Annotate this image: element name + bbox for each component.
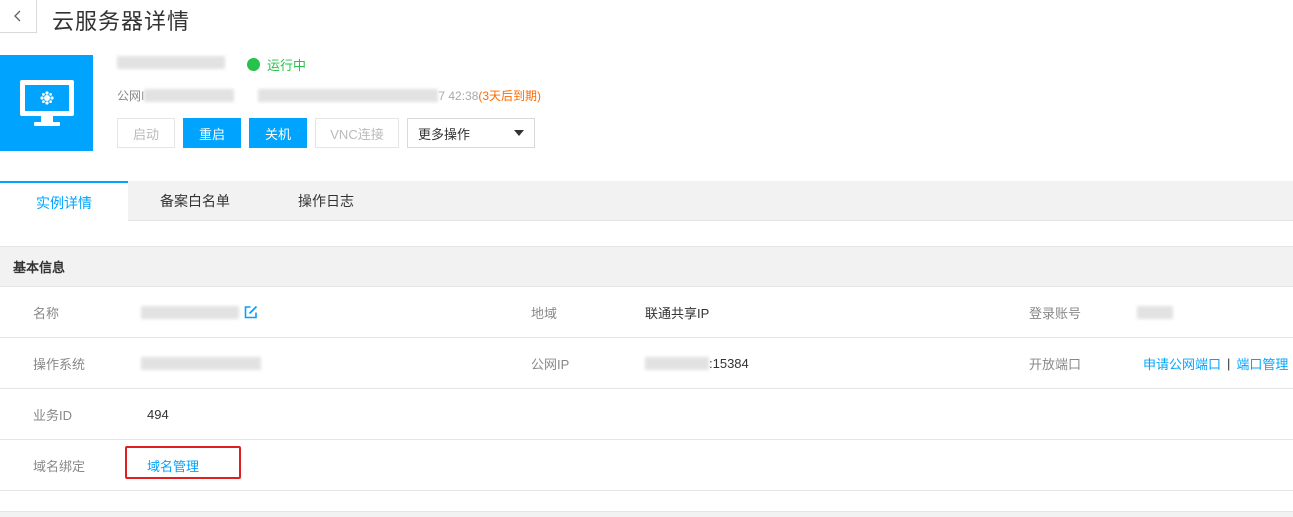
server-monitor-icon: [0, 55, 93, 151]
expire-time: 7 42:38: [438, 88, 479, 103]
highlight-annotation: [125, 446, 241, 479]
edit-icon[interactable]: [244, 305, 258, 319]
public-ip-redacted: [645, 356, 709, 370]
tab-instance-details[interactable]: 实例详情: [0, 181, 128, 222]
region-label: 地域: [531, 305, 558, 321]
region-value: 联通共享IP: [645, 305, 710, 321]
port-manage-link[interactable]: 端口管理: [1236, 354, 1288, 373]
name-label: 名称: [33, 305, 60, 321]
os-label: 操作系统: [33, 356, 86, 372]
status-dot-icon: [247, 58, 260, 71]
login-account-redacted: [1137, 305, 1173, 319]
login-account-value: [1137, 287, 1173, 337]
caret-down-icon: [514, 130, 524, 136]
tab-operation-log[interactable]: 操作日志: [262, 181, 390, 221]
expire-warning: (3天后到期): [478, 89, 542, 103]
info-row: 业务ID 494: [0, 389, 1293, 440]
ip-expire-line: 公网I 7 42:38 (3天后到期): [117, 87, 541, 104]
chevron-left-icon: [14, 10, 21, 22]
login-account-label: 登录账号: [1029, 305, 1082, 321]
public-ip-value: :15384: [645, 338, 749, 388]
back-button[interactable]: [0, 0, 37, 33]
start-button[interactable]: 启动: [117, 118, 175, 148]
business-id-label: 业务ID: [33, 407, 73, 423]
status-text: 运行中: [267, 58, 307, 73]
open-ports-label: 开放端口: [1029, 356, 1082, 372]
ip-label: 公网I: [117, 89, 145, 103]
business-id-value: 494: [147, 406, 169, 422]
name-redacted: [141, 305, 239, 319]
apply-public-port-link[interactable]: 申请公网端口: [1143, 354, 1221, 373]
name-value: [141, 287, 258, 337]
expire-date-redacted: [258, 89, 439, 102]
vnc-button[interactable]: VNC连接: [315, 118, 399, 148]
footer-divider: [0, 511, 1293, 517]
public-ip-port: :15384: [709, 355, 749, 371]
os-value: [141, 338, 261, 388]
info-row: 名称 地域 联通共享IP 登录账号: [0, 287, 1293, 338]
restart-button[interactable]: 重启: [183, 118, 241, 148]
domain-binding-label: 域名绑定: [33, 458, 86, 474]
status-indicator: 运行中: [247, 55, 306, 74]
ip-redacted: [144, 89, 235, 102]
public-ip-label: 公网IP: [531, 356, 570, 372]
page-title: 云服务器详情: [52, 9, 191, 34]
os-redacted: [141, 356, 261, 370]
instance-name-redacted: [117, 56, 225, 69]
tab-filing-whitelist[interactable]: 备案白名单: [128, 181, 262, 221]
more-actions-dropdown[interactable]: 更多操作: [407, 118, 535, 148]
more-actions-label: 更多操作: [418, 126, 471, 142]
shutdown-button[interactable]: 关机: [249, 118, 307, 148]
tab-bar: 实例详情 备案白名单 操作日志: [0, 181, 1293, 222]
link-separator: |: [1227, 355, 1231, 371]
info-row: 操作系统 公网IP :15384 开放端口 申请公网端口 | 端口管理: [0, 338, 1293, 389]
open-ports-actions: 申请公网端口 | 端口管理: [1143, 338, 1288, 388]
action-toolbar: 启动 重启 关机 VNC连接 更多操作: [117, 118, 535, 148]
section-title: 基本信息: [0, 246, 1293, 287]
